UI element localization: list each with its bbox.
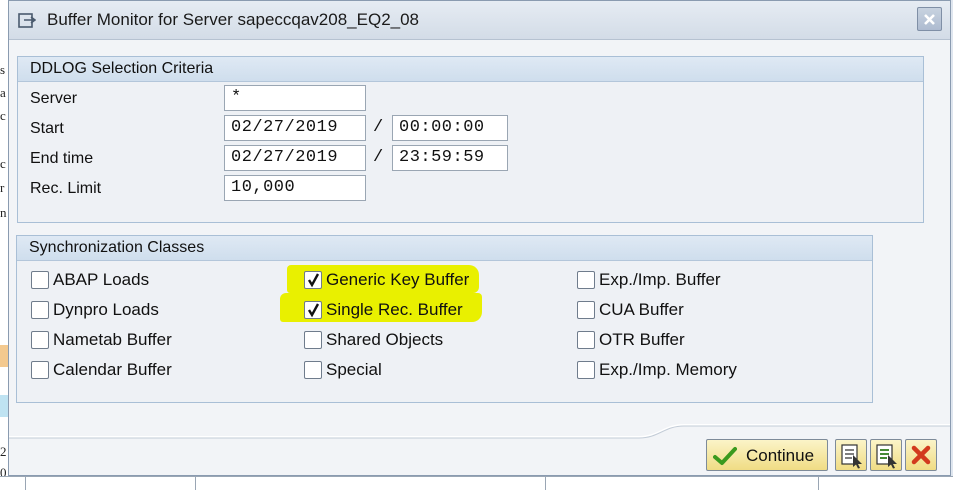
deselect-icon [876,444,897,469]
checkbox-label: Dynpro Loads [53,300,159,319]
continue-label: Continue [746,446,815,465]
continue-button[interactable]: Continue [706,439,828,471]
checkbox-label: Single Rec. Buffer [326,300,463,319]
checkbox-abap-loads[interactable] [31,271,49,289]
background-letter: c [0,156,6,171]
server-input[interactable]: * [224,85,366,111]
checkbox-label: ABAP Loads [53,270,150,289]
rec-limit-input[interactable]: 10,000 [224,175,366,201]
start-time-input[interactable]: 00:00:00 [392,115,508,141]
checkbox-otr-buffer[interactable] [577,331,595,349]
checkbox-label: Calendar Buffer [53,360,172,379]
checkbox-cua-buffer[interactable] [577,301,595,319]
group-header: Synchronization Classes [17,236,872,261]
start-label: Start [30,120,64,137]
end-time-label: End time [30,150,94,167]
checkmark-icon [307,273,320,288]
end-date-input[interactable]: 02/27/2019 [224,145,366,171]
background-letter: r [0,180,5,195]
start-date-input[interactable]: 02/27/2019 [224,115,366,141]
group-title: Synchronization Classes [29,239,205,256]
checkbox-label: Generic Key Buffer [326,270,470,289]
close-button[interactable] [917,7,942,31]
server-label: Server [30,90,78,107]
checkbox-exp-imp-buffer[interactable] [577,271,595,289]
deselect-button[interactable] [870,439,902,471]
select-all-icon [841,444,862,469]
end-time-input[interactable]: 23:59:59 [392,145,508,171]
checkbox-shared-objects[interactable] [304,331,322,349]
checkmark-icon [307,303,320,318]
background-letter: 2 [0,444,7,459]
checkbox-label: CUA Buffer [599,300,684,319]
cancel-button[interactable] [905,439,937,471]
checkbox-calendar-buffer[interactable] [31,361,49,379]
window-menu-icon[interactable] [18,11,36,29]
checkbox-single-rec-buffer[interactable] [304,301,322,319]
dialog-title-bar[interactable]: Buffer Monitor for Server sapeccqav208_E… [9,1,950,40]
checkbox-generic-key-buffer[interactable] [304,271,322,289]
checkbox-label: Shared Objects [326,330,444,349]
continue-check-icon [713,447,737,465]
checkbox-label: Exp./Imp. Buffer [599,270,721,289]
rec-limit-label: Rec. Limit [30,180,102,197]
select-all-button[interactable] [835,439,867,471]
date-time-separator: / [373,118,384,137]
checkbox-label: Special [326,360,382,379]
checkbox-label: Exp./Imp. Memory [599,360,737,379]
checkbox-exp-imp-memory[interactable] [577,361,595,379]
background-letter: s [0,62,6,77]
checkbox-label: Nametab Buffer [53,330,172,349]
checkbox-dynpro-loads[interactable] [31,301,49,319]
close-icon [924,13,935,25]
date-time-separator: / [373,148,384,167]
cancel-icon [911,445,931,465]
group-header: DDLOG Selection Criteria [18,57,923,82]
background-letter: a [0,85,6,100]
group-title: DDLOG Selection Criteria [30,60,214,77]
background-letter: c [0,108,6,123]
background-letter: n [0,205,7,220]
background-table-edge [0,476,953,490]
dialog-title: Buffer Monitor for Server sapeccqav208_E… [47,10,420,29]
checkbox-nametab-buffer[interactable] [31,331,49,349]
checkbox-label: OTR Buffer [599,330,685,349]
checkbox-special[interactable] [304,361,322,379]
buffer-monitor-dialog: Buffer Monitor for Server sapeccqav208_E… [8,0,951,476]
